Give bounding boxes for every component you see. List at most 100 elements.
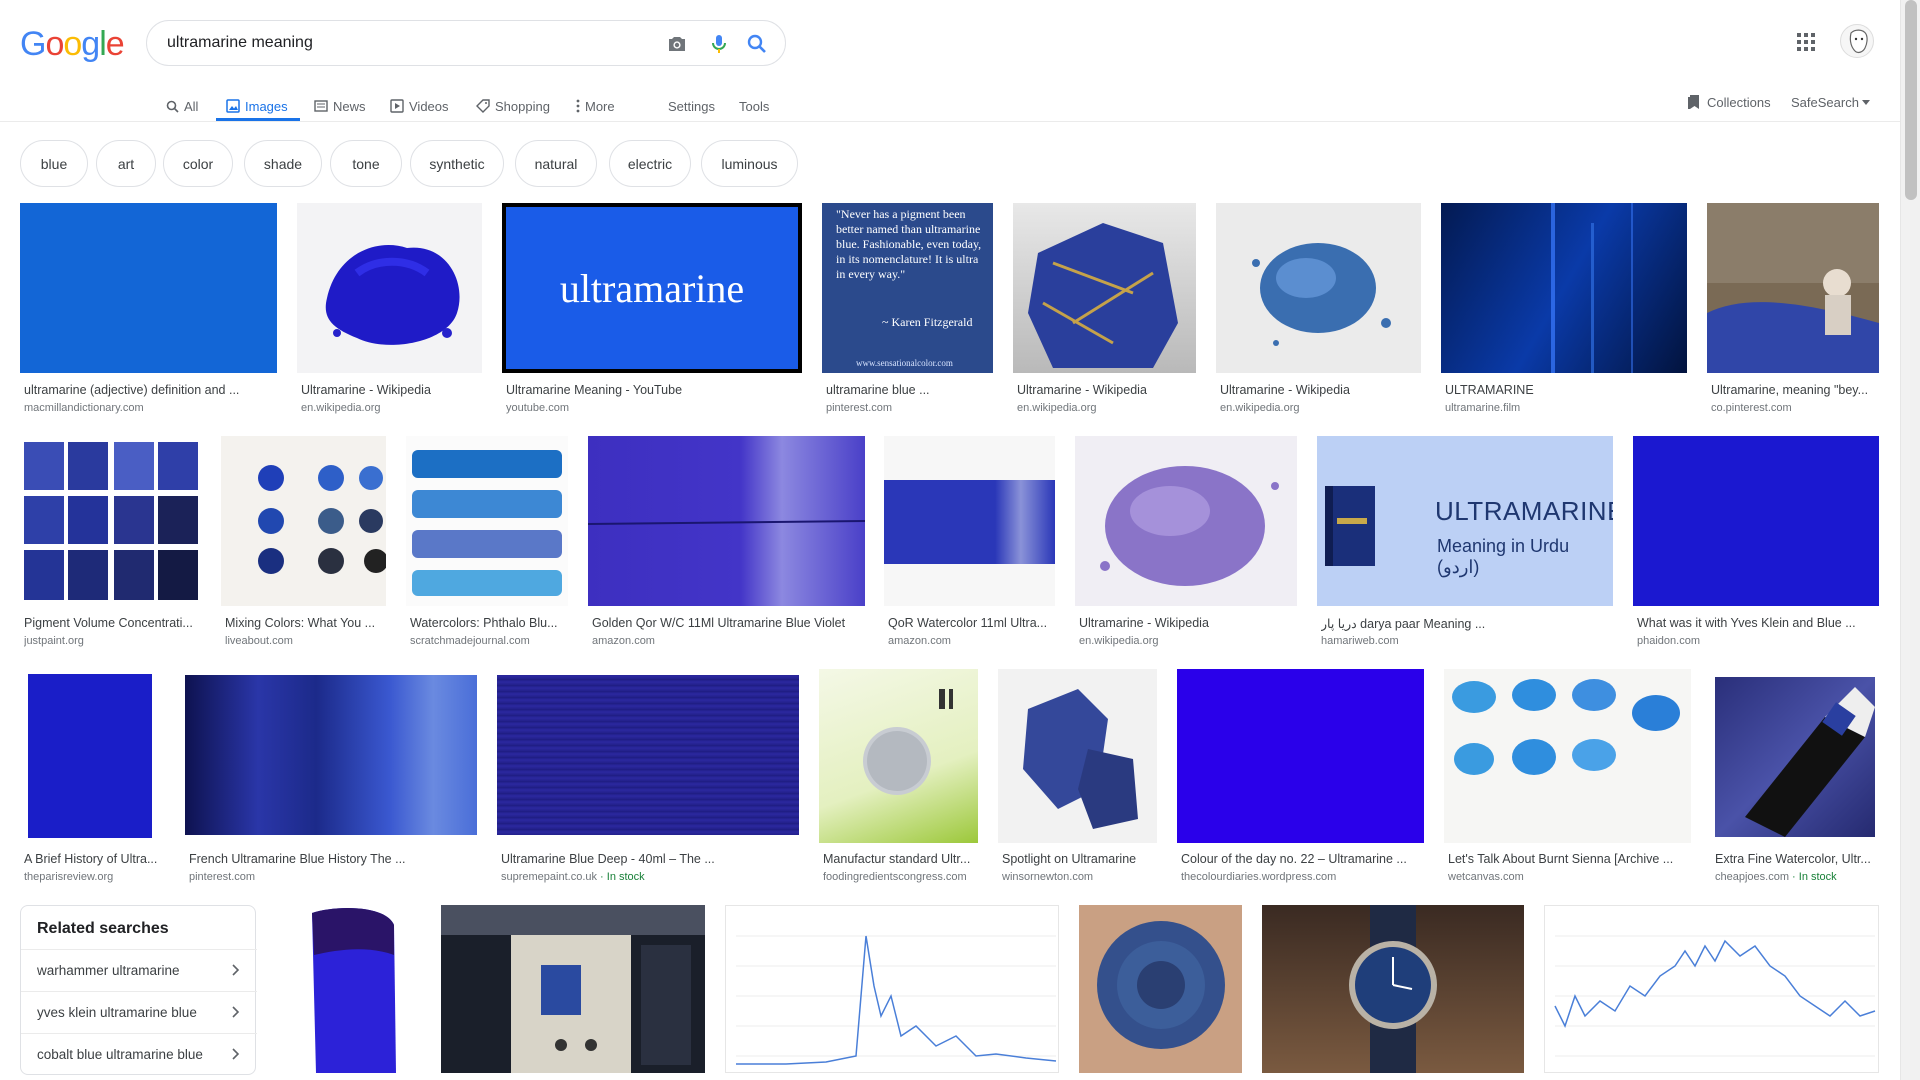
chip-art[interactable]: art [96,140,156,187]
chip-shade[interactable]: shade [244,140,322,187]
search-icon[interactable] [745,32,769,56]
tab-settings[interactable]: Settings [668,90,715,122]
result-title[interactable]: Ultramarine - Wikipedia [1017,383,1197,397]
result-title[interactable]: French Ultramarine Blue History The ... [189,852,477,866]
result-thumbnail[interactable] [1262,905,1524,1073]
related-search-item[interactable]: warhammer ultramarine [21,949,257,991]
logo-letter: e [105,25,125,63]
result-thumbnail[interactable] [1544,905,1879,1073]
apps-grid-icon[interactable] [1796,32,1816,52]
result-thumbnail[interactable] [276,905,421,1073]
tab-label: News [333,98,366,114]
result-thumbnail[interactable] [497,669,799,843]
result-title[interactable]: Spotlight on Ultramarine [1002,852,1158,866]
result-thumbnail[interactable] [588,436,865,606]
search-input[interactable] [167,32,627,54]
collections-button[interactable]: Collections [1687,90,1771,114]
result-title[interactable]: Ultramarine - Wikipedia [1079,616,1297,630]
chip-natural[interactable]: natural [515,140,597,187]
tab-label: More [585,98,615,114]
tab-tools[interactable]: Tools [739,90,769,122]
result-source: scratchmadejournal.com [410,635,530,647]
result-thumbnail[interactable] [1711,669,1879,843]
result-title[interactable]: ultramarine (adjective) definition and .… [24,383,274,397]
scrollbar-thumb[interactable] [1905,0,1917,200]
result-title[interactable]: A Brief History of Ultra... [24,852,164,866]
safesearch-menu[interactable]: SafeSearch [1791,90,1870,114]
related-search-item[interactable]: cobalt blue ultramarine blue [21,1033,257,1075]
result-title[interactable]: Colour of the day no. 22 – Ultramarine .… [1181,852,1424,866]
result-title[interactable]: Ultramarine Meaning - YouTube [506,383,802,397]
result-thumbnail[interactable] [819,669,978,843]
result-title[interactable]: Let's Talk About Burnt Sienna [Archive .… [1448,852,1691,866]
tab-all[interactable]: All [166,90,198,122]
result-title[interactable]: What was it with Yves Klein and Blue ... [1637,616,1879,630]
result-thumbnail[interactable] [1441,203,1687,373]
related-search-item[interactable]: yves klein ultramarine blue [21,991,257,1033]
result-title[interactable]: Ultramarine - Wikipedia [1220,383,1420,397]
tab-label: Videos [409,98,449,114]
result-thumbnail[interactable]: "Never has a pigment been better named t… [822,203,993,373]
chip-tone[interactable]: tone [330,140,402,187]
result-thumbnail[interactable] [1075,436,1297,606]
result-thumbnail[interactable] [1013,203,1196,373]
caret-down-icon [1861,99,1870,105]
result-thumbnail[interactable] [1177,669,1424,843]
chip-label: natural [534,155,578,172]
chip-synthetic[interactable]: synthetic [410,140,504,187]
result-thumbnail[interactable] [1444,669,1691,843]
result-title[interactable]: Golden Qor W/C 11Ml Ultramarine Blue Vio… [592,616,865,630]
result-thumbnail[interactable] [406,436,568,606]
chip-color[interactable]: color [163,140,233,187]
avatar[interactable] [1840,24,1874,58]
result-thumbnail[interactable] [1707,203,1879,373]
chip-luminous[interactable]: luminous [701,140,798,187]
result-thumbnail[interactable]: ULTRAMARINE Meaning in Urdu (اردو) [1317,436,1613,606]
result-thumbnail[interactable] [185,669,477,843]
google-logo[interactable]: Google [20,25,125,64]
result-thumbnail[interactable] [20,203,277,373]
result-source: youtube.com [506,402,569,414]
tab-news[interactable]: News [314,90,366,122]
related-searches-card: Related searches warhammer ultramarine y… [20,905,257,1075]
result-thumbnail[interactable] [884,436,1055,606]
result-thumbnail[interactable]: ultramarine [502,203,802,373]
result-title[interactable]: Extra Fine Watercolor, Ultr... [1715,852,1879,866]
in-stock-badge: · In stock [597,871,645,883]
result-thumbnail[interactable] [725,905,1059,1073]
result-title[interactable]: Mixing Colors: What You ... [225,616,387,630]
chip-blue[interactable]: blue [20,140,88,187]
tab-videos[interactable]: Videos [390,90,449,122]
result-title[interactable]: Ultramarine - Wikipedia [301,383,481,397]
result-title[interactable]: Pigment Volume Concentrati... [24,616,202,630]
tab-more[interactable]: More [576,90,615,122]
result-title[interactable]: Watercolors: Phthalo Blu... [410,616,570,630]
result-source: justpaint.org [24,635,84,647]
result-source: en.wikipedia.org [1017,402,1097,414]
result-thumbnail[interactable] [1633,436,1879,606]
result-thumbnail[interactable] [297,203,482,373]
chip-electric[interactable]: electric [609,140,691,187]
result-thumbnail[interactable] [20,669,159,843]
camera-icon[interactable] [665,32,689,56]
result-source: wetcanvas.com [1448,871,1524,883]
result-title[interactable]: ULTRAMARINE [1445,383,1685,397]
result-thumbnail[interactable] [441,905,705,1073]
result-source: supremepaint.co.uk · In stock [501,871,799,883]
result-thumbnail[interactable] [221,436,386,606]
result-title[interactable]: Ultramarine, meaning "bey... [1711,383,1879,397]
result-title[interactable]: QoR Watercolor 11ml Ultra... [888,616,1056,630]
result-title[interactable]: Manufactur standard Ultr... [823,852,979,866]
result-thumbnail[interactable] [1216,203,1421,373]
result-title[interactable]: دریا پار darya paar Meaning ... [1321,616,1611,631]
result-title[interactable]: Ultramarine Blue Deep - 40ml – The ... [501,852,799,866]
tab-shopping[interactable]: Shopping [476,90,550,122]
result-thumbnail[interactable] [998,669,1157,843]
related-searches-title: Related searches [37,920,169,937]
result-thumbnail[interactable] [1079,905,1242,1073]
chip-label: synthetic [429,155,485,172]
page-scrollbar[interactable] [1900,0,1920,1080]
microphone-icon[interactable] [707,32,731,56]
result-title[interactable]: ultramarine blue ... [826,383,992,397]
result-thumbnail[interactable] [20,436,202,606]
